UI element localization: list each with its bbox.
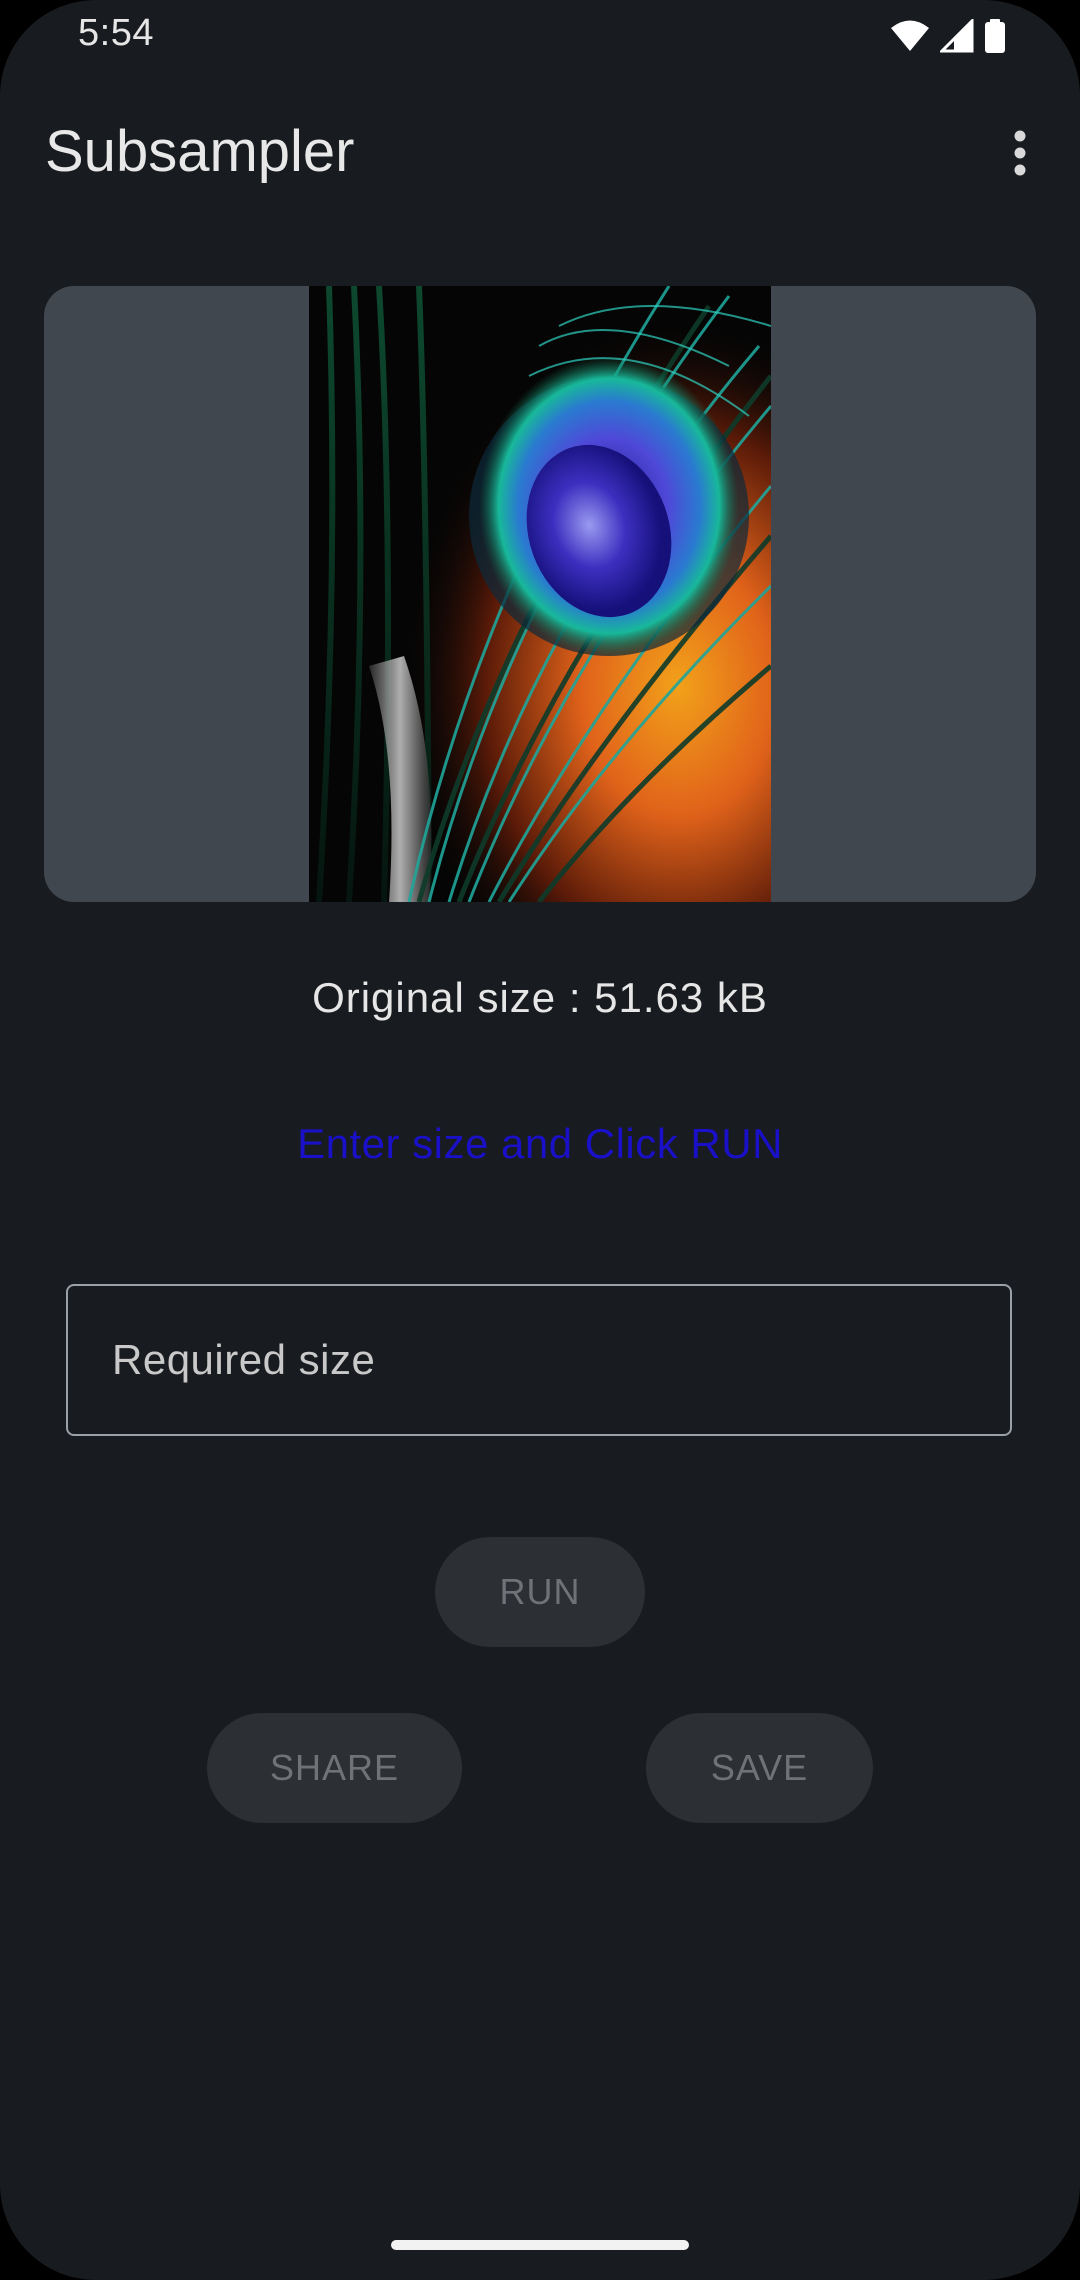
app-bar: Subsampler bbox=[0, 110, 1080, 210]
run-button[interactable]: RUN bbox=[435, 1537, 645, 1647]
instruction-text: Enter size and Click RUN bbox=[297, 1120, 783, 1167]
overflow-menu-button[interactable] bbox=[990, 110, 1050, 200]
share-button[interactable]: SHARE bbox=[207, 1713, 462, 1823]
save-button[interactable]: SAVE bbox=[646, 1713, 873, 1823]
home-indicator[interactable] bbox=[391, 2240, 689, 2250]
status-icons bbox=[890, 16, 1006, 56]
app-screen: 5:54 Subsampler Original size: 51.63 kB… bbox=[0, 0, 1080, 2280]
status-bar: 5:54 bbox=[0, 0, 1080, 72]
app-title: Subsampler bbox=[45, 119, 355, 184]
battery-icon bbox=[984, 19, 1006, 53]
preview-image bbox=[309, 286, 771, 902]
original-size-label: Original size : 51.63 kB bbox=[312, 974, 768, 1021]
signal-icon bbox=[940, 19, 974, 53]
image-preview-card[interactable] bbox=[44, 286, 1036, 902]
more-vert-icon bbox=[1013, 130, 1027, 181]
status-time: 5:54 bbox=[78, 12, 154, 54]
peacock-feather-image bbox=[309, 286, 771, 902]
wifi-icon bbox=[890, 19, 930, 53]
required-size-input[interactable] bbox=[66, 1284, 1012, 1436]
